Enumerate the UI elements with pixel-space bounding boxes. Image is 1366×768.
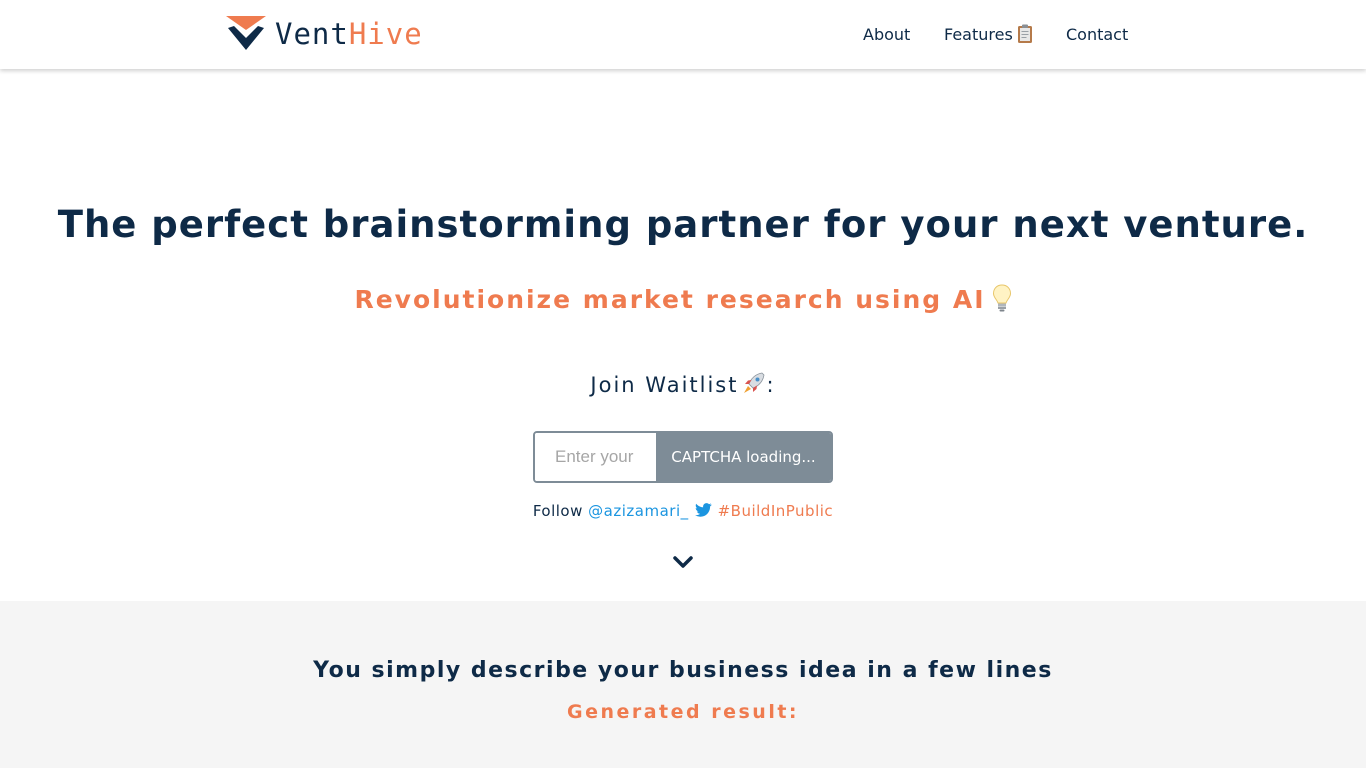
waitlist-label: Join Waitlist : bbox=[0, 371, 1366, 397]
lightbulb-icon bbox=[992, 284, 1011, 312]
chevron-v-logo-icon bbox=[226, 16, 266, 50]
hero-subtitle-text: Revolutionize market research using AI bbox=[354, 285, 986, 314]
chevron-down-icon[interactable] bbox=[672, 553, 694, 571]
nav-link-contact[interactable]: Contact bbox=[1066, 24, 1128, 46]
waitlist-label-text: Join Waitlist bbox=[590, 373, 739, 397]
twitter-handle-link[interactable]: @azizamari_ bbox=[588, 502, 688, 520]
follow-line: Follow @azizamari_ #BuildInPublic bbox=[0, 502, 1366, 520]
nav-link-about[interactable]: About bbox=[863, 24, 910, 46]
brand-name-part2: Hive bbox=[348, 17, 423, 51]
brand-logo-link[interactable]: VentHive bbox=[226, 14, 423, 54]
brand-name: VentHive bbox=[275, 14, 423, 54]
waitlist-form: CAPTCHA loading... bbox=[533, 431, 833, 483]
rocket-icon bbox=[744, 372, 765, 393]
top-navbar: VentHive About Features Contact bbox=[0, 0, 1366, 69]
features-section: You simply describe your business idea i… bbox=[0, 601, 1366, 768]
captcha-submit-button[interactable]: CAPTCHA loading... bbox=[656, 433, 831, 481]
nav-link-features-label: Features bbox=[944, 25, 1013, 44]
nav-link-features[interactable]: Features bbox=[944, 24, 1033, 46]
brand-name-part1: Vent bbox=[275, 17, 349, 51]
waitlist-label-suffix: : bbox=[766, 373, 776, 397]
hashtag-link[interactable]: #BuildInPublic bbox=[718, 502, 834, 520]
features-heading: You simply describe your business idea i… bbox=[313, 658, 1053, 683]
email-input[interactable] bbox=[535, 433, 656, 481]
features-subheading: Generated result: bbox=[566, 701, 800, 723]
hero-title: The perfect brainstorming partner for yo… bbox=[57, 203, 1309, 246]
clipboard-icon bbox=[1017, 24, 1032, 43]
hero-subtitle: Revolutionize market research using AI bbox=[0, 284, 1366, 314]
follow-prefix: Follow bbox=[532, 502, 583, 520]
twitter-bird-icon[interactable] bbox=[694, 503, 712, 517]
